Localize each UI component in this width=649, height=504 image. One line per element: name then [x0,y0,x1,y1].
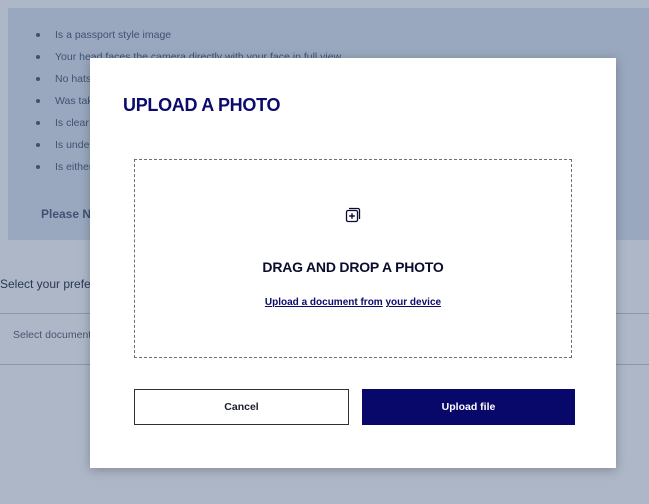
page: Is a passport style image Your head face… [0,0,649,504]
upload-photo-dialog: UPLOAD A PHOTO DRAG AND DROP A PHOTO Upl… [90,58,616,468]
upload-from-device-row: Upload a document from your device [135,297,571,308]
photo-dropzone[interactable]: DRAG AND DROP A PHOTO Upload a document … [134,159,572,358]
dialog-title: UPLOAD A PHOTO [123,95,281,115]
upload-file-button[interactable]: Upload file [362,389,575,425]
cancel-button[interactable]: Cancel [134,389,349,425]
add-image-icon [345,207,361,223]
your-device-link[interactable]: your device [385,297,441,308]
dropzone-title: DRAG AND DROP A PHOTO [262,259,444,275]
upload-document-link[interactable]: Upload a document from [265,297,383,308]
